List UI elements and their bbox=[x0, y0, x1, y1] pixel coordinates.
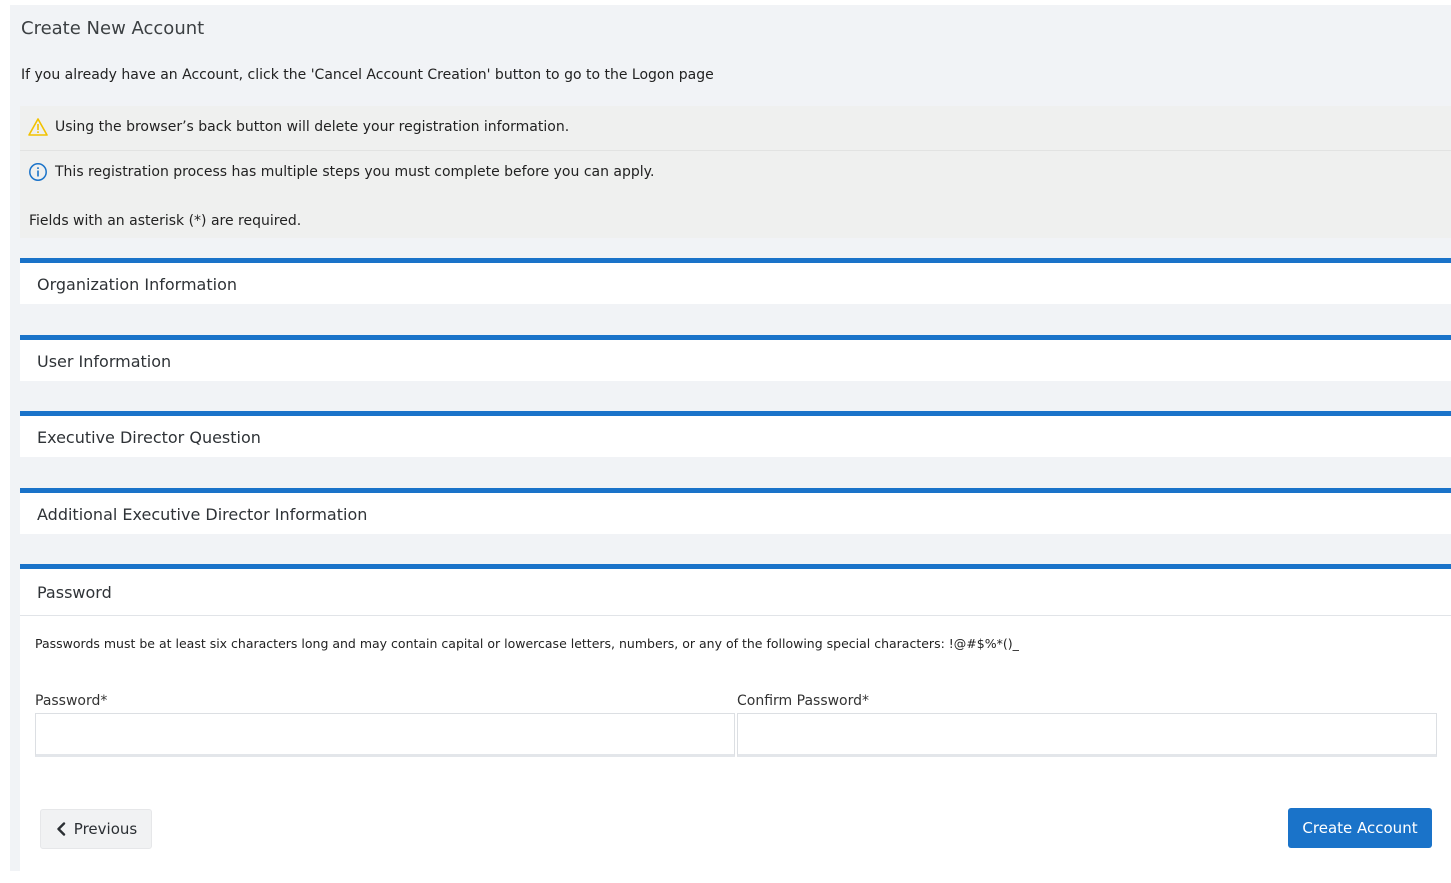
section-additional-executive-director-information[interactable]: Additional Executive Director Informatio… bbox=[20, 488, 1451, 534]
section-title: Password bbox=[37, 583, 112, 602]
section-title: Additional Executive Director Informatio… bbox=[37, 505, 368, 524]
warning-triangle-icon bbox=[28, 118, 48, 136]
section-organization-information[interactable]: Organization Information bbox=[20, 258, 1451, 304]
info-circle-icon bbox=[29, 163, 47, 181]
info-text: This registration process has multiple s… bbox=[55, 164, 655, 180]
password-label: Password* bbox=[35, 693, 108, 709]
section-title: Executive Director Question bbox=[37, 428, 261, 447]
intro-text: If you already have an Account, click th… bbox=[21, 67, 714, 83]
confirm-password-label: Confirm Password* bbox=[737, 693, 870, 709]
required-fields-note: Fields with an asterisk (*) are required… bbox=[29, 213, 302, 229]
create-account-button[interactable]: Create Account bbox=[1288, 808, 1432, 848]
previous-button-label: Previous bbox=[73, 820, 138, 838]
notice-box: Using the browser’s back button will del… bbox=[20, 106, 1451, 238]
section-title: Organization Information bbox=[37, 275, 237, 294]
page-title: Create New Account bbox=[21, 18, 205, 39]
section-password[interactable]: Password bbox=[20, 564, 1451, 616]
warning-text: Using the browser’s back button will del… bbox=[55, 119, 570, 135]
previous-button[interactable]: Previous bbox=[40, 809, 152, 849]
info-notice: This registration process has multiple s… bbox=[20, 150, 1451, 193]
warning-notice: Using the browser’s back button will del… bbox=[20, 106, 1451, 148]
section-title: User Information bbox=[37, 352, 172, 371]
password-input[interactable] bbox=[35, 713, 735, 757]
password-rules: Passwords must be at least six character… bbox=[35, 636, 1019, 651]
section-user-information[interactable]: User Information bbox=[20, 335, 1451, 381]
confirm-password-input[interactable] bbox=[737, 713, 1437, 757]
section-executive-director-question[interactable]: Executive Director Question bbox=[20, 411, 1451, 457]
chevron-left-icon bbox=[57, 822, 65, 836]
password-panel: Password Passwords must be at least six … bbox=[20, 564, 1451, 871]
create-account-page: Create New Account If you already have a… bbox=[10, 5, 1451, 871]
password-form: Passwords must be at least six character… bbox=[20, 616, 1451, 871]
